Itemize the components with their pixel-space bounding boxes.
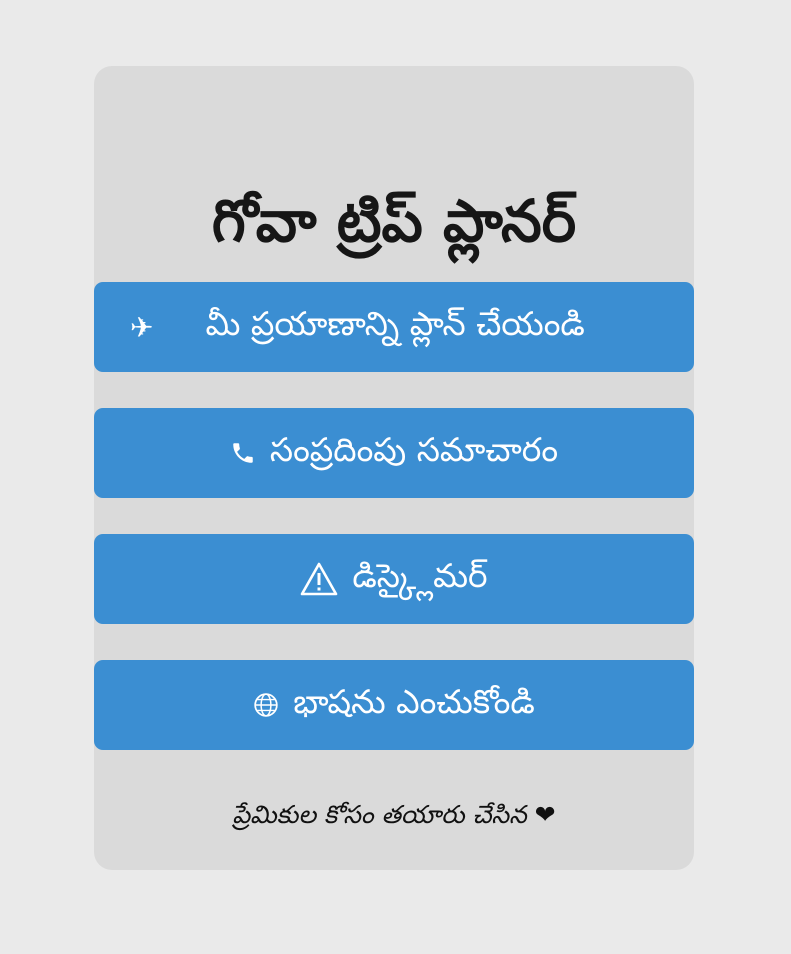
plan-trip-label: మీ ప్రయాణాన్ని ప్లాన్ చేయండి <box>205 303 585 343</box>
globe-icon <box>253 692 279 718</box>
phone-icon <box>230 440 256 466</box>
footer-credit: ప్రేమికుల కోసం తయారు చేసిన ❤ <box>94 800 694 836</box>
footer-text: ప్రేమికుల కోసం తయారు చేసిన <box>232 800 527 829</box>
heart-icon: ❤ <box>534 800 556 829</box>
disclaimer-button[interactable]: డిస్క్లైమర్ <box>94 534 694 624</box>
contact-info-button[interactable]: సంప్రదింపు సమాచారం <box>94 408 694 498</box>
warning-icon <box>300 562 338 596</box>
contact-info-label: సంప్రదింపు సమాచారం <box>269 429 559 469</box>
select-language-button[interactable]: భాషను ఎంచుకోండి <box>94 660 694 750</box>
plan-trip-button[interactable]: ✈ మీ ప్రయాణాన్ని ప్లాన్ చేయండి <box>94 282 694 372</box>
airplane-icon: ✈ <box>130 310 154 344</box>
main-card: గోవా ట్రిప్ ప్లానర్ ✈ మీ ప్రయాణాన్ని ప్ల… <box>94 66 694 870</box>
select-language-label: భాషను ఎంచుకోండి <box>293 681 535 721</box>
disclaimer-label: డిస్క్లైమర్ <box>352 555 488 595</box>
page-title: గోవా ట్రిప్ ప్లానర్ <box>211 187 577 255</box>
